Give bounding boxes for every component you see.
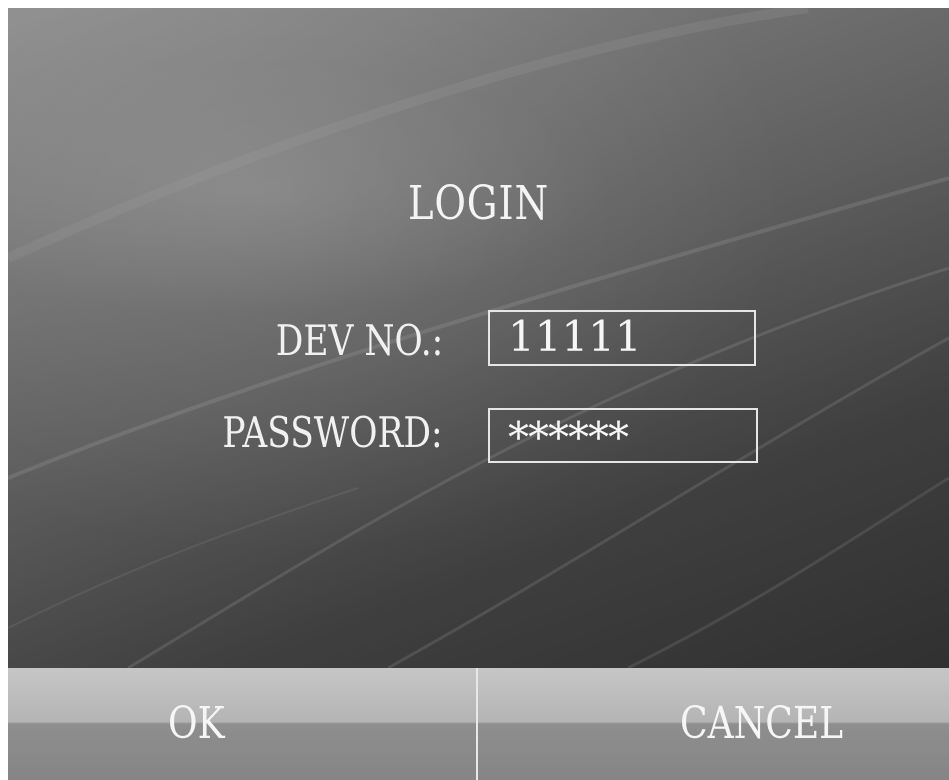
password-field[interactable]: ****** [488,408,758,463]
leather-background [8,8,949,668]
ok-button-label: OK [168,698,225,749]
login-title: LOGIN [407,176,550,231]
dev-no-field[interactable]: 11111 [488,310,756,366]
password-label: PASSWORD: [222,408,443,457]
ok-button[interactable]: OK [8,668,478,780]
cancel-button-label: CANCEL [680,698,844,749]
login-screen: LOGIN DEV NO.: 11111 PASSWORD: ****** OK… [8,8,949,780]
cancel-button[interactable]: CANCEL [478,668,949,780]
button-bar: OK CANCEL [8,668,949,780]
dev-no-label: DEV NO.: [275,316,443,365]
